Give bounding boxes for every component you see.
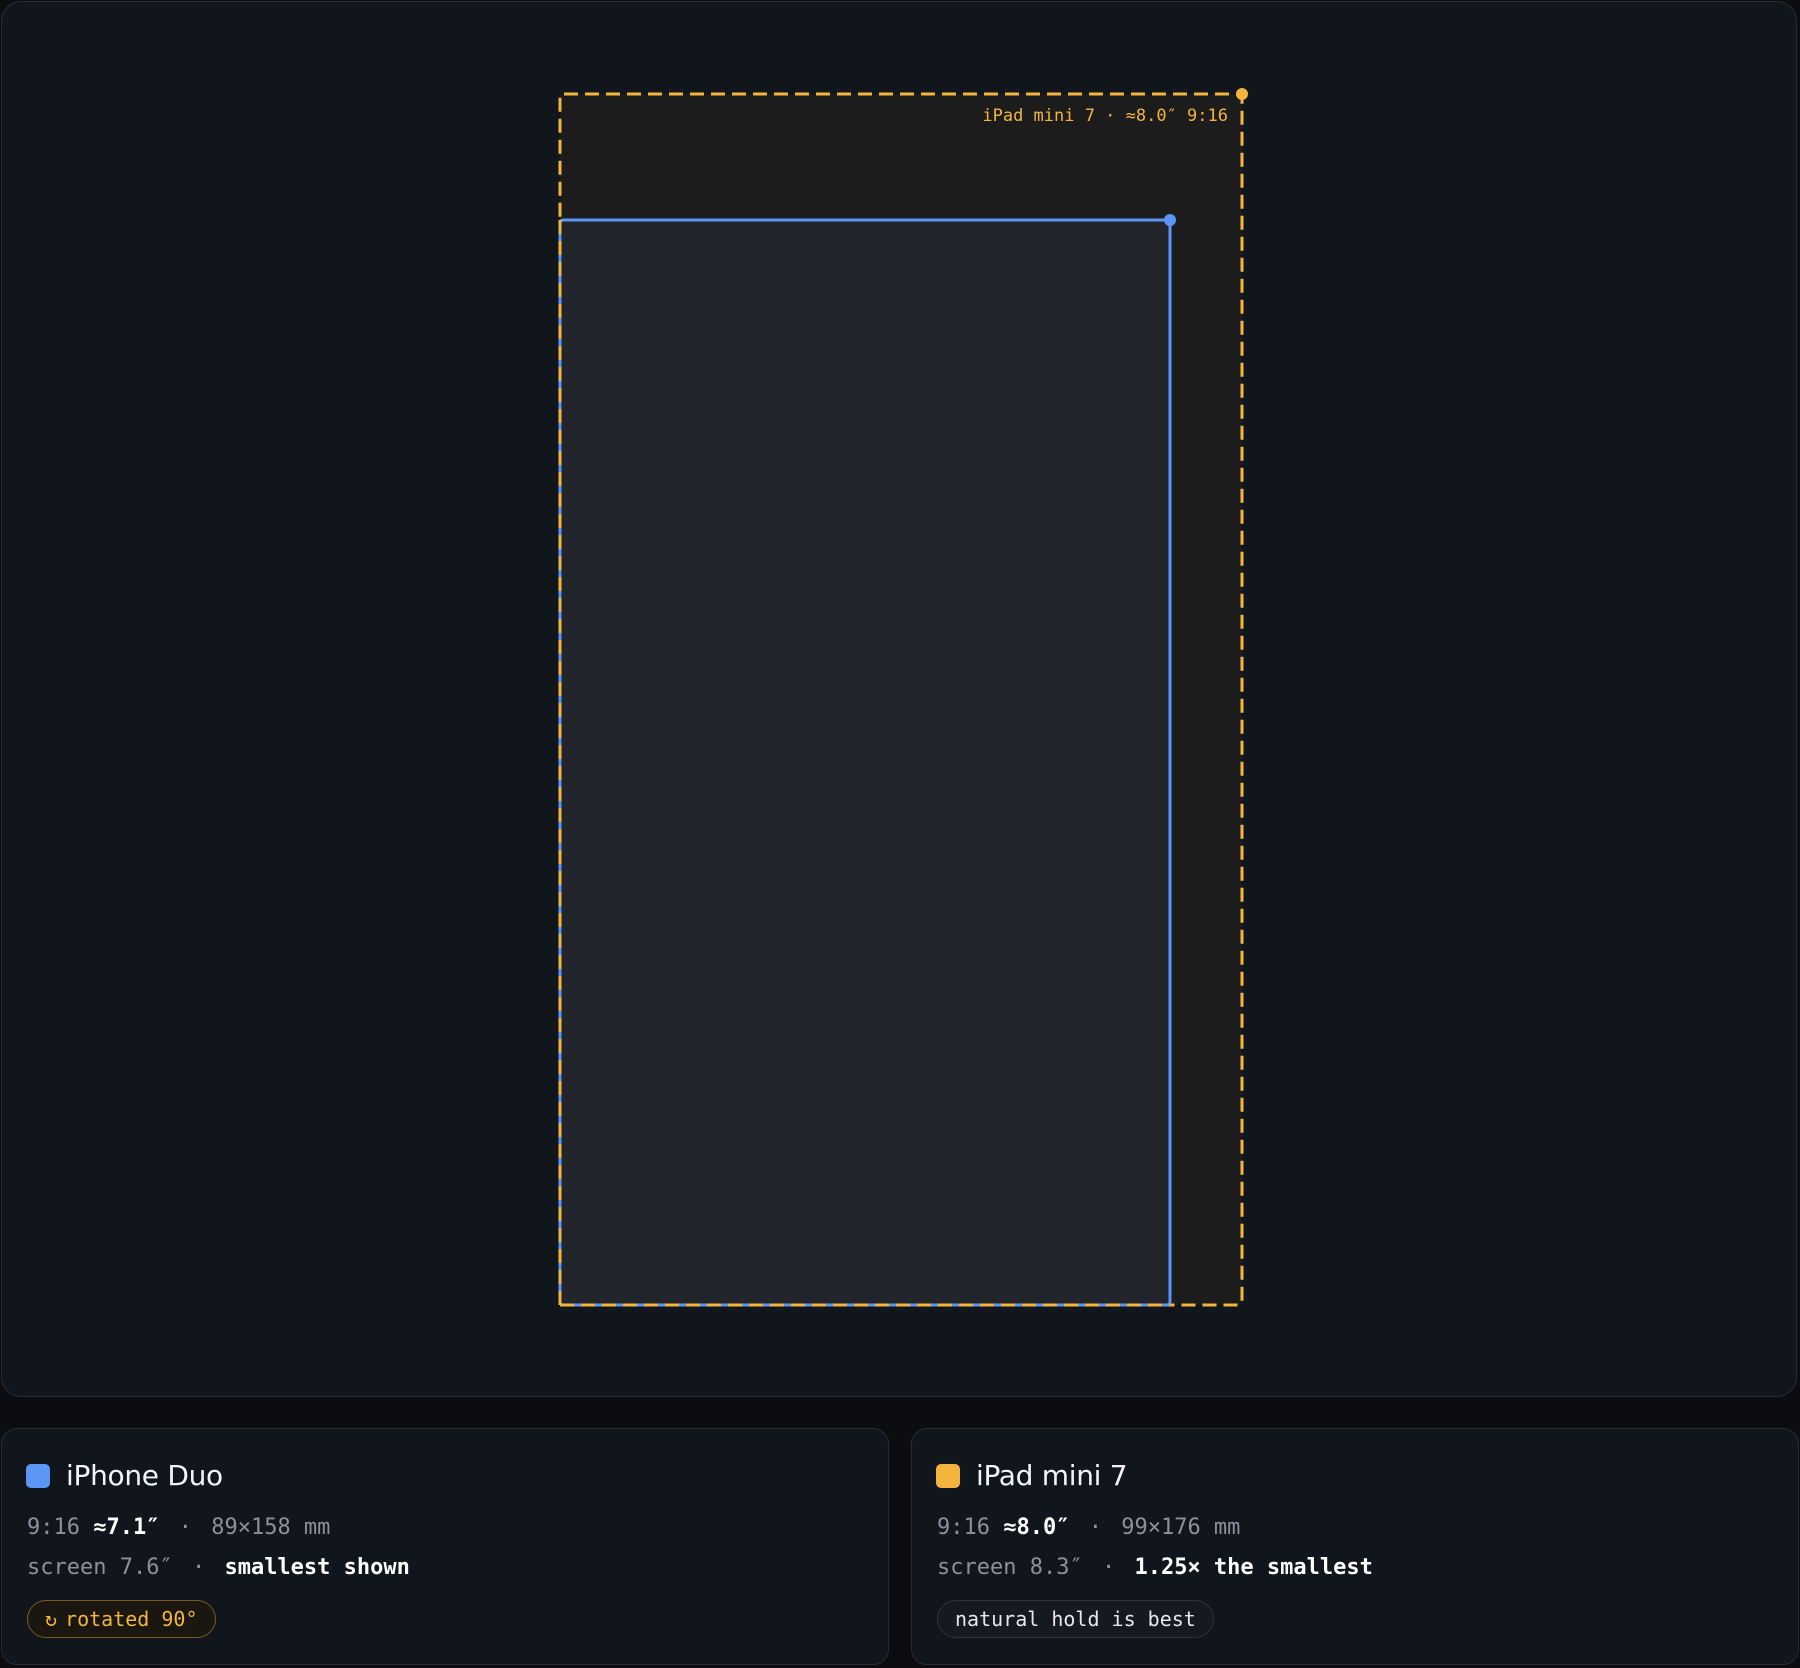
color-swatch: [936, 1463, 960, 1488]
color-swatch: [26, 1463, 50, 1488]
ipad-corner-handle[interactable]: [1236, 88, 1248, 100]
badge-label: natural hold is best: [955, 1607, 1196, 1631]
size-note: smallest shown: [224, 1555, 410, 1580]
rotation-badge: ↻ rotated 90°: [27, 1600, 216, 1638]
hold-badge: natural hold is best: [937, 1600, 1214, 1638]
device-name: iPhone Duo: [66, 1459, 223, 1492]
screen-info: screen 8.3″ · 1.25× the smallest: [937, 1555, 1373, 1580]
screen-size: screen 7.6″: [27, 1555, 173, 1580]
dimensions: 89×158 mm: [211, 1515, 331, 1540]
aspect-ratio: 9:16: [27, 1515, 80, 1540]
diagonal-size: ≈8.0″: [1003, 1515, 1070, 1540]
screen-size: screen 8.3″: [937, 1555, 1083, 1580]
size-overlay: iPad mini 7 · ≈8.0″ 9:16: [558, 88, 1248, 1307]
iphone-corner-handle[interactable]: [1164, 214, 1176, 226]
screen-info: screen 7.6″ · smallest shown: [27, 1555, 410, 1580]
separator: ·: [191, 1555, 206, 1580]
device-card-ipad-mini-7: iPad mini 7 9:16 ≈8.0″ · 99×176 mm scree…: [911, 1428, 1799, 1665]
device-name: iPad mini 7: [976, 1459, 1128, 1492]
device-card-iphone-duo: iPhone Duo 9:16 ≈7.1″ · 89×158 mm screen…: [1, 1428, 889, 1665]
separator: ·: [1101, 1555, 1116, 1580]
device-specs: 9:16 ≈7.1″ · 89×158 mm: [27, 1515, 330, 1540]
size-note: 1.25× the smallest: [1134, 1555, 1373, 1580]
badge-label: rotated 90°: [65, 1607, 198, 1631]
separator: ·: [1088, 1515, 1102, 1540]
device-specs: 9:16 ≈8.0″ · 99×176 mm: [937, 1515, 1240, 1540]
diagonal-size: ≈7.1″: [93, 1515, 160, 1540]
ipad-outline-label: iPad mini 7 · ≈8.0″ 9:16: [982, 106, 1228, 126]
rotate-icon: ↻: [45, 1607, 58, 1631]
iphone-duo-outline: [558, 218, 1172, 1307]
separator: ·: [178, 1515, 192, 1540]
dimensions: 99×176 mm: [1121, 1515, 1241, 1540]
aspect-ratio: 9:16: [937, 1515, 990, 1540]
